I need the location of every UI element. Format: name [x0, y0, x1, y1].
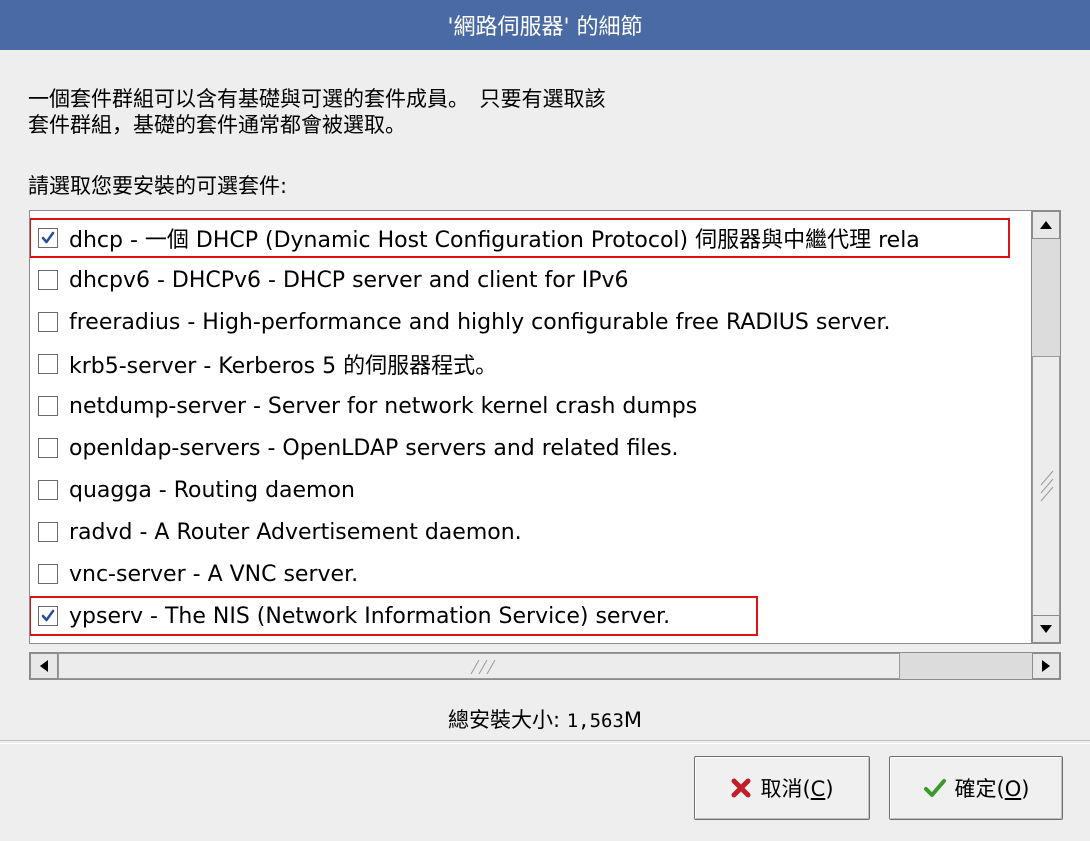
ok-button[interactable]: 確定(O) — [889, 756, 1063, 820]
package-label: netdump-server - Server for network kern… — [69, 393, 698, 419]
checkbox[interactable] — [38, 270, 58, 290]
group-description: 一個套件群組可以含有基礎與可選的套件成員。 只要有選取該 套件群組，基礎的套件通… — [28, 87, 606, 137]
checkbox[interactable] — [38, 480, 58, 500]
total-size-value: 1,563 — [566, 710, 624, 732]
checkbox[interactable] — [38, 312, 58, 332]
separator — [0, 740, 1090, 744]
package-row[interactable]: dhcpv6 - DHCPv6 - DHCP server and client… — [30, 259, 1030, 301]
cancel-label: 取消(C) — [760, 777, 834, 801]
package-label: quagga - Routing daemon — [69, 477, 355, 503]
package-label: radvd - A Router Advertisement daemon. — [69, 519, 522, 545]
package-row[interactable]: openldap-servers - OpenLDAP servers and … — [30, 427, 1030, 469]
cancel-button[interactable]: 取消(C) — [694, 756, 870, 820]
green-check-icon — [923, 777, 947, 799]
grip-icon — [1040, 470, 1054, 502]
horizontal-scroll-thumb[interactable] — [58, 653, 900, 679]
arrow-right-icon — [1042, 660, 1050, 672]
arrow-left-icon — [40, 660, 48, 672]
package-label: openldap-servers - OpenLDAP servers and … — [69, 435, 679, 461]
total-install-size: 總安裝大小: 1,563M — [0, 704, 1090, 734]
grip-icon — [470, 659, 496, 675]
checkmark-icon — [41, 609, 55, 622]
scroll-left-button[interactable] — [30, 653, 58, 679]
package-row[interactable]: ypserv - The NIS (Network Information Se… — [30, 595, 1030, 637]
window-title: '網路伺服器' 的細節 — [447, 15, 643, 40]
scroll-right-button[interactable] — [1032, 653, 1060, 679]
checkbox[interactable] — [38, 438, 58, 458]
arrow-up-icon — [1040, 221, 1052, 229]
checkbox[interactable] — [38, 522, 58, 542]
package-row[interactable]: freeradius - High-performance and highly… — [30, 301, 1030, 343]
checkmark-icon — [41, 231, 55, 244]
scroll-up-button[interactable] — [1032, 211, 1060, 239]
horizontal-scrollbar[interactable] — [29, 652, 1061, 680]
checkbox[interactable] — [38, 354, 58, 374]
vertical-scroll-thumb[interactable] — [1032, 356, 1060, 618]
package-label: dhcpv6 - DHCPv6 - DHCP server and client… — [69, 267, 629, 293]
checkbox-checked[interactable] — [38, 606, 58, 626]
checkbox[interactable] — [38, 564, 58, 584]
checkbox[interactable] — [38, 396, 58, 416]
red-x-icon — [730, 777, 752, 799]
package-label: ypserv - The NIS (Network Information Se… — [69, 603, 671, 629]
arrow-down-icon — [1040, 625, 1052, 633]
package-list[interactable]: dhcp - 一個 DHCP (Dynamic Host Configurati… — [29, 210, 1061, 644]
package-row[interactable]: quagga - Routing daemon — [30, 469, 1030, 511]
package-row[interactable]: vnc-server - A VNC server. — [30, 553, 1030, 595]
package-label: dhcp - 一個 DHCP (Dynamic Host Configurati… — [69, 228, 920, 253]
vertical-scrollbar[interactable] — [1031, 210, 1061, 644]
ok-label: 確定(O) — [954, 777, 1030, 801]
checkbox-checked[interactable] — [38, 228, 58, 248]
package-row[interactable]: dhcp - 一個 DHCP (Dynamic Host Configurati… — [30, 217, 1030, 259]
window-title-bar: '網路伺服器' 的細節 — [0, 0, 1090, 50]
package-row[interactable]: radvd - A Router Advertisement daemon. — [30, 511, 1030, 553]
package-row[interactable]: krb5-server - Kerberos 5 的伺服器程式。 — [30, 343, 1030, 385]
package-row[interactable]: netdump-server - Server for network kern… — [30, 385, 1030, 427]
select-prompt: 請選取您要安裝的可選套件: — [28, 174, 288, 198]
scroll-down-button[interactable] — [1032, 615, 1060, 643]
package-label: freeradius - High-performance and highly… — [69, 309, 891, 335]
total-size-unit: M — [623, 708, 643, 732]
package-label: vnc-server - A VNC server. — [69, 561, 359, 587]
package-label: krb5-server - Kerberos 5 的伺服器程式。 — [69, 354, 498, 379]
total-size-label: 總安裝大小: — [447, 708, 561, 732]
